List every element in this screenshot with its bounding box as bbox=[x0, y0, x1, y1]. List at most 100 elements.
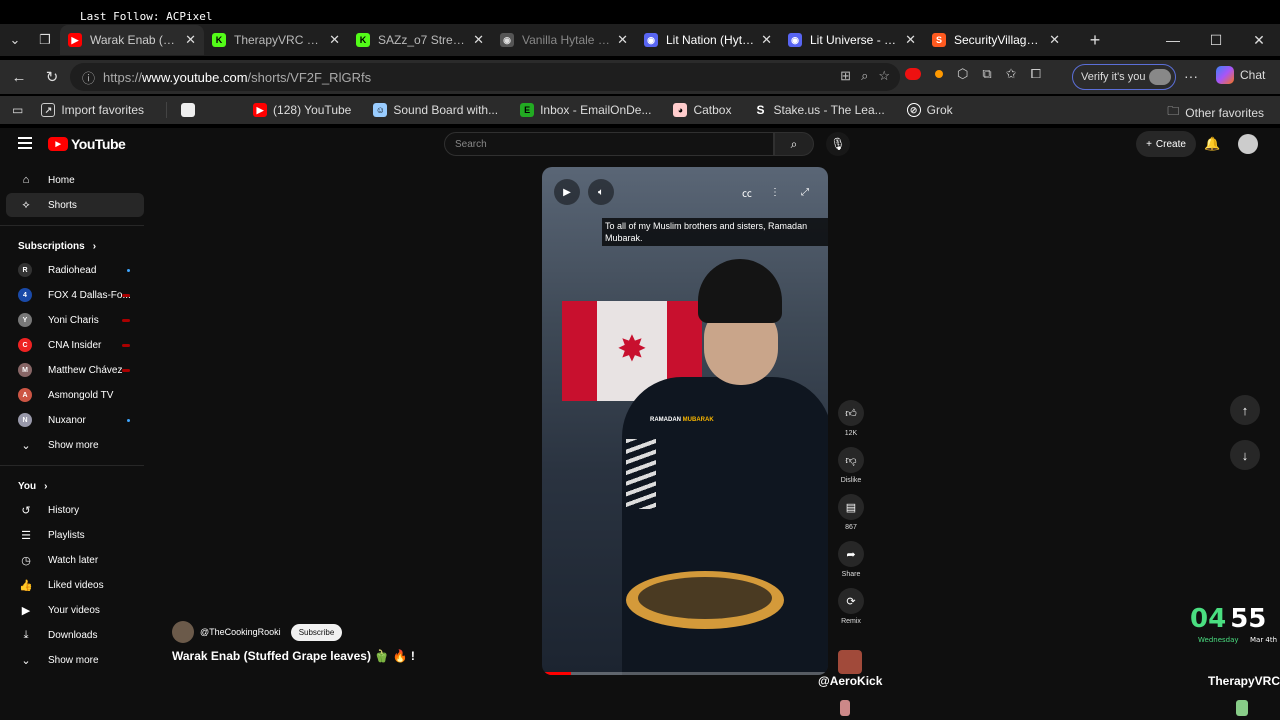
close-tab-icon[interactable]: ✕ bbox=[761, 32, 772, 48]
workspaces-icon[interactable]: ❐ bbox=[30, 26, 60, 54]
close-tab-icon[interactable]: ✕ bbox=[329, 32, 340, 48]
sidebar-item-liked-videos[interactable]: 👍 Liked videos bbox=[6, 573, 144, 597]
close-tab-icon[interactable]: ✕ bbox=[473, 32, 484, 48]
short-title[interactable]: Warak Enab (Stuffed Grape leaves) 🫑 🔥 ! bbox=[172, 649, 415, 663]
youtube-logo[interactable]: ▶ YouTube bbox=[48, 136, 126, 152]
verify-profile-button[interactable]: Verify it's you bbox=[1072, 64, 1176, 90]
bookmark-stake[interactable]: S Stake.us - The Lea... bbox=[753, 103, 884, 117]
channel-avatar[interactable] bbox=[172, 621, 194, 643]
close-tab-icon[interactable]: ✕ bbox=[617, 32, 628, 48]
sidebar-toggle-icon[interactable]: ▭ bbox=[12, 103, 23, 117]
bookmark-blank[interactable] bbox=[181, 103, 201, 117]
tab-youtube-short[interactable]: ▶ Warak Enab (Stuffe ✕ bbox=[60, 25, 204, 55]
subscribe-button[interactable]: Subscribe bbox=[290, 623, 343, 641]
search-button[interactable]: ⌕ bbox=[774, 132, 814, 156]
short-video-player[interactable]: ✸ To all of my Muslim brothers and siste… bbox=[542, 167, 828, 675]
create-button[interactable]: + Create bbox=[1136, 131, 1196, 157]
tab-therapyvrc[interactable]: K TherapyVRC Strea ✕ bbox=[204, 25, 348, 55]
tab-security-villagers[interactable]: S SecurityVillagers - ✕ bbox=[924, 25, 1068, 55]
sidebar-item-your-videos[interactable]: ▶ Your videos bbox=[6, 598, 144, 622]
channel-handle[interactable]: @TheCookingRooki bbox=[200, 627, 281, 637]
app-available-icon[interactable]: ⊞ bbox=[840, 68, 851, 84]
subscription-matthew-chavez[interactable]: M Matthew Chávez bbox=[6, 358, 144, 382]
subscription-yoni-charis[interactable]: Y Yoni Charis bbox=[6, 308, 144, 332]
more-menu-icon[interactable]: ··· bbox=[1184, 68, 1198, 84]
you-header[interactable]: You › bbox=[6, 474, 144, 498]
voice-search-button[interactable]: 🎙 bbox=[826, 132, 850, 156]
site-info-icon[interactable]: ⓘ bbox=[82, 68, 95, 87]
subscription-radiohead[interactable]: R Radiohead bbox=[6, 258, 144, 282]
notifications-bell-icon[interactable]: 🔔 bbox=[1204, 136, 1220, 152]
tab-sazz[interactable]: K SAZz_o7 Stream - ✕ bbox=[348, 25, 492, 55]
subscriptions-header[interactable]: Subscriptions › bbox=[6, 234, 144, 258]
tab-lit-universe[interactable]: ◉ Lit Universe - Disc ✕ bbox=[780, 25, 924, 55]
subscription-cna-insider[interactable]: C CNA Insider bbox=[6, 333, 144, 357]
next-short-down-arrow-icon[interactable]: ↓ bbox=[1230, 440, 1260, 470]
split-screen-icon[interactable]: ⧉ bbox=[982, 66, 991, 82]
back-arrow-icon[interactable]: ← bbox=[2, 62, 36, 92]
sidebar-item-home[interactable]: ⌂ Home bbox=[6, 168, 144, 192]
more-options-icon[interactable]: ⋮ bbox=[762, 179, 788, 205]
subscription-fox4[interactable]: 4 FOX 4 Dallas-Fo... bbox=[6, 283, 144, 307]
previous-short-up-arrow-icon[interactable]: ↑ bbox=[1230, 395, 1260, 425]
tab-vanilla-hytale[interactable]: ◉ Vanilla Hytale SMP ✕ bbox=[492, 25, 636, 55]
tab-lit-nation[interactable]: ◉ Lit Nation (Hytale ✕ bbox=[636, 25, 780, 55]
extension-red-icon[interactable] bbox=[905, 68, 921, 80]
like-action[interactable]: 👍︎ 12K bbox=[836, 400, 866, 437]
bookmark-grok[interactable]: ⊘ Grok bbox=[906, 103, 953, 117]
sound-avatar[interactable] bbox=[838, 650, 862, 674]
maximize-icon[interactable]: ☐ bbox=[1195, 24, 1237, 56]
bookmark-youtube[interactable]: ▶ (128) YouTube bbox=[253, 103, 351, 117]
extensions-puzzle-icon[interactable]: ⬡ bbox=[957, 66, 968, 82]
dislike-icon[interactable]: 👎︎ bbox=[838, 447, 864, 473]
favorite-star-icon[interactable]: ☆ bbox=[878, 68, 890, 84]
share-action[interactable]: ➦ Share bbox=[836, 541, 866, 578]
bookmark-soundboard[interactable]: ☺ Sound Board with... bbox=[373, 103, 498, 117]
discord-icon: ◉ bbox=[788, 33, 802, 47]
remix-icon[interactable]: ⟳ bbox=[838, 588, 864, 614]
remix-action[interactable]: ⟳ Remix bbox=[836, 588, 866, 625]
volume-button[interactable]: 🔈︎ bbox=[588, 179, 614, 205]
collections-icon[interactable]: ⧠ bbox=[1031, 66, 1041, 82]
captions-button[interactable]: ㏄ bbox=[734, 179, 760, 205]
bookmark-import-favorites[interactable]: ↗ Import favorites bbox=[41, 103, 144, 117]
share-icon[interactable]: ➦ bbox=[838, 541, 864, 567]
new-tab-plus-icon[interactable]: + bbox=[1080, 26, 1110, 54]
sidebar-item-downloads[interactable]: ⤓ Downloads bbox=[6, 623, 144, 647]
bookmark-email[interactable]: E Inbox - EmailOnDe... bbox=[520, 103, 651, 117]
like-icon[interactable]: 👍︎ bbox=[838, 400, 864, 426]
play-button[interactable]: ▶ bbox=[554, 179, 580, 205]
sidebar-item-history[interactable]: ↺ History bbox=[6, 498, 144, 522]
favorites-icon[interactable]: ✩ bbox=[1006, 66, 1017, 82]
dislike-action[interactable]: 👎︎ Dislike bbox=[836, 447, 866, 484]
sidebar-item-playlists[interactable]: ☰ Playlists bbox=[6, 523, 144, 547]
bookmark-catbox[interactable]: ◕ Catbox bbox=[673, 103, 731, 117]
jacket-stripes bbox=[626, 439, 656, 509]
sidebar-item-watch-later[interactable]: ◷ Watch later bbox=[6, 548, 144, 572]
fullscreen-icon[interactable]: ⤢ bbox=[792, 179, 818, 205]
close-tab-icon[interactable]: ✕ bbox=[905, 32, 916, 48]
search-input[interactable]: Search bbox=[444, 132, 774, 156]
other-favorites[interactable]: 🗀 Other favorites bbox=[1167, 102, 1264, 123]
blank-page-icon bbox=[181, 103, 196, 117]
subscription-asmongold[interactable]: A Asmongold TV bbox=[6, 383, 144, 407]
copilot-chat-button[interactable]: Chat bbox=[1216, 66, 1265, 84]
show-more-you[interactable]: ⌄ Show more bbox=[6, 648, 144, 672]
subscription-nuxanor[interactable]: N Nuxanor bbox=[6, 408, 144, 432]
close-tab-icon[interactable]: ✕ bbox=[185, 32, 196, 48]
comment-icon[interactable]: ▤ bbox=[838, 494, 864, 520]
sidebar-item-shorts[interactable]: ⟡ Shorts bbox=[6, 193, 144, 217]
close-window-icon[interactable]: ✕ bbox=[1238, 24, 1280, 56]
comments-action[interactable]: ▤ 867 bbox=[836, 494, 866, 531]
zoom-icon[interactable]: ⌕ bbox=[861, 68, 868, 84]
minimize-icon[interactable]: — bbox=[1152, 24, 1194, 56]
extension-orange-icon[interactable] bbox=[935, 70, 943, 78]
video-progress-bar[interactable] bbox=[542, 672, 828, 675]
refresh-icon[interactable]: ↻ bbox=[35, 62, 69, 92]
show-more-subscriptions[interactable]: ⌄ Show more bbox=[6, 433, 144, 457]
menu-icon[interactable] bbox=[18, 137, 32, 149]
tab-actions-chevron-icon[interactable]: ⌄ bbox=[0, 26, 30, 54]
close-tab-icon[interactable]: ✕ bbox=[1049, 32, 1060, 48]
account-avatar[interactable] bbox=[1238, 134, 1258, 154]
address-bar[interactable]: ⓘ https://www.youtube.com/shorts/VF2F_Rl… bbox=[70, 63, 900, 91]
